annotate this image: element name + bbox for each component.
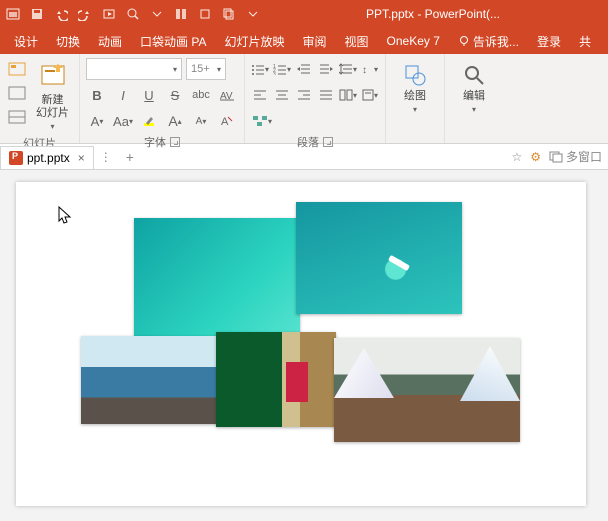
group-drawing: 绘图 ▾ <box>386 54 445 143</box>
start-from-beginning-icon[interactable] <box>100 5 118 23</box>
slide-canvas-area[interactable] <box>0 170 608 521</box>
customize-qat-icon[interactable] <box>148 5 166 23</box>
line-spacing-button[interactable]: ▾ <box>339 58 357 80</box>
group-paragraph: ▾ 123▾ ▾ ↕▾ ▾ ▾ ▾ <box>245 54 386 143</box>
editing-label: 编辑 <box>463 90 485 103</box>
decrease-indent-button[interactable] <box>295 58 313 80</box>
close-tab-button[interactable]: × <box>78 151 85 165</box>
image-fjord[interactable] <box>334 338 520 442</box>
svg-text:↕: ↕ <box>362 65 367 75</box>
image-ocean-boat[interactable] <box>296 202 462 314</box>
font-size-combo[interactable]: 15+▾ <box>186 58 226 80</box>
quick-access-toolbar <box>4 5 262 23</box>
italic-button[interactable]: I <box>112 84 134 106</box>
font-color-button[interactable]: A▾ <box>86 110 108 132</box>
layout-icon[interactable] <box>6 58 28 80</box>
decrease-font-button[interactable]: A▾ <box>190 110 212 132</box>
tab-design[interactable]: 设计 <box>6 29 46 54</box>
tab-menu-button[interactable]: ⋮ <box>94 144 118 169</box>
tab-transitions[interactable]: 切换 <box>48 29 88 54</box>
tell-me-label: 告诉我... <box>473 33 519 50</box>
align-left-button[interactable] <box>251 84 269 106</box>
text-shadow-button[interactable]: abc <box>190 84 212 106</box>
columns-button[interactable]: ▾ <box>339 84 357 106</box>
ribbon-body: 新建 幻灯片 ▾ 幻灯片 ▾ 15+▾ B I U S abc AV <box>0 54 608 144</box>
underline-button[interactable]: U <box>138 84 160 106</box>
drawing-label: 绘图 <box>404 90 426 103</box>
group-font-label: 字体 <box>144 134 166 150</box>
image-coast[interactable] <box>81 336 231 424</box>
window-icon <box>549 151 563 163</box>
justify-button[interactable] <box>317 84 335 106</box>
add-tab-button[interactable]: + <box>118 144 142 169</box>
highlight-button[interactable] <box>138 110 160 132</box>
more-qat-icon[interactable] <box>244 5 262 23</box>
tab-view[interactable]: 视图 <box>337 29 377 54</box>
title-bar: PPT.pptx - PowerPoint(... <box>0 0 608 28</box>
window-title: PPT.pptx - PowerPoint(... <box>262 7 604 21</box>
cursor-icon <box>58 206 72 224</box>
svg-text:3: 3 <box>273 72 276 75</box>
change-case-button[interactable]: Aa▾ <box>112 110 134 132</box>
group-slides: 新建 幻灯片 ▾ 幻灯片 <box>0 54 80 143</box>
svg-text:A: A <box>221 116 229 128</box>
convert-smartart-button[interactable]: ▾ <box>251 110 273 132</box>
align-center-button[interactable] <box>273 84 291 106</box>
group-paragraph-label: 段落 <box>297 134 319 150</box>
numbering-button[interactable]: 123▾ <box>273 58 291 80</box>
share-button[interactable]: 共 <box>571 29 599 54</box>
editing-button[interactable]: 编辑 ▾ <box>457 60 491 116</box>
chevron-down-icon: ▾ <box>472 105 476 114</box>
section-icon[interactable] <box>6 106 28 128</box>
image-palm[interactable] <box>216 332 336 427</box>
group-font: ▾ 15+▾ B I U S abc AV A▾ Aa▾ A▴ A▾ <box>80 54 245 143</box>
bullets-button[interactable]: ▾ <box>251 58 269 80</box>
paragraph-dialog-launcher[interactable] <box>323 137 333 147</box>
tab-animations[interactable]: 动画 <box>90 29 130 54</box>
font-family-combo[interactable]: ▾ <box>86 58 182 80</box>
document-tab-label: ppt.pptx <box>27 151 70 165</box>
new-slide-button[interactable]: 新建 幻灯片 ▾ <box>32 58 73 133</box>
clear-formatting-button[interactable]: A <box>216 110 238 132</box>
increase-font-button[interactable]: A▴ <box>164 110 186 132</box>
control-menu-icon[interactable] <box>4 5 22 23</box>
gear-icon[interactable]: ⚙ <box>530 150 541 164</box>
ribbon-tab-strip: 设计 切换 动画 口袋动画 PA 幻灯片放映 审阅 视图 OneKey 7 告诉… <box>0 28 608 54</box>
document-tab[interactable]: ppt.pptx × <box>0 146 94 169</box>
increase-indent-button[interactable] <box>317 58 335 80</box>
preview-icon[interactable] <box>124 5 142 23</box>
undo-icon[interactable] <box>52 5 70 23</box>
strikethrough-button[interactable]: S <box>164 84 186 106</box>
chevron-down-icon: ▾ <box>413 105 417 114</box>
login-link[interactable]: 登录 <box>529 29 569 54</box>
text-direction-button[interactable]: ↕▾ <box>361 58 379 80</box>
group-editing: 编辑 ▾ <box>445 54 503 143</box>
powerpoint-icon <box>9 151 23 165</box>
touch-mode-icon[interactable] <box>172 5 190 23</box>
reset-icon[interactable] <box>6 82 28 104</box>
multi-window-button[interactable]: 多窗口 <box>549 148 602 165</box>
slide[interactable] <box>16 182 586 506</box>
tell-me[interactable]: 告诉我... <box>450 29 527 54</box>
chevron-down-icon: ▾ <box>50 122 54 131</box>
copy-qat-icon[interactable] <box>220 5 238 23</box>
align-text-button[interactable]: ▾ <box>361 84 379 106</box>
drawing-button[interactable]: 绘图 ▾ <box>398 60 432 116</box>
redo-icon[interactable] <box>76 5 94 23</box>
tab-review[interactable]: 审阅 <box>295 29 335 54</box>
extra-qat-icon[interactable] <box>196 5 214 23</box>
bold-button[interactable]: B <box>86 84 108 106</box>
pin-icon[interactable]: ☆ <box>511 150 522 164</box>
tab-slideshow[interactable]: 幻灯片放映 <box>217 29 293 54</box>
new-slide-label: 新建 幻灯片 <box>36 94 69 120</box>
tab-pocket-anim[interactable]: 口袋动画 PA <box>132 29 214 54</box>
tab-onekey[interactable]: OneKey 7 <box>379 30 448 52</box>
font-dialog-launcher[interactable] <box>170 137 180 147</box>
character-spacing-button[interactable]: AV <box>216 84 238 106</box>
lightbulb-icon <box>458 35 470 47</box>
save-icon[interactable] <box>28 5 46 23</box>
align-right-button[interactable] <box>295 84 313 106</box>
